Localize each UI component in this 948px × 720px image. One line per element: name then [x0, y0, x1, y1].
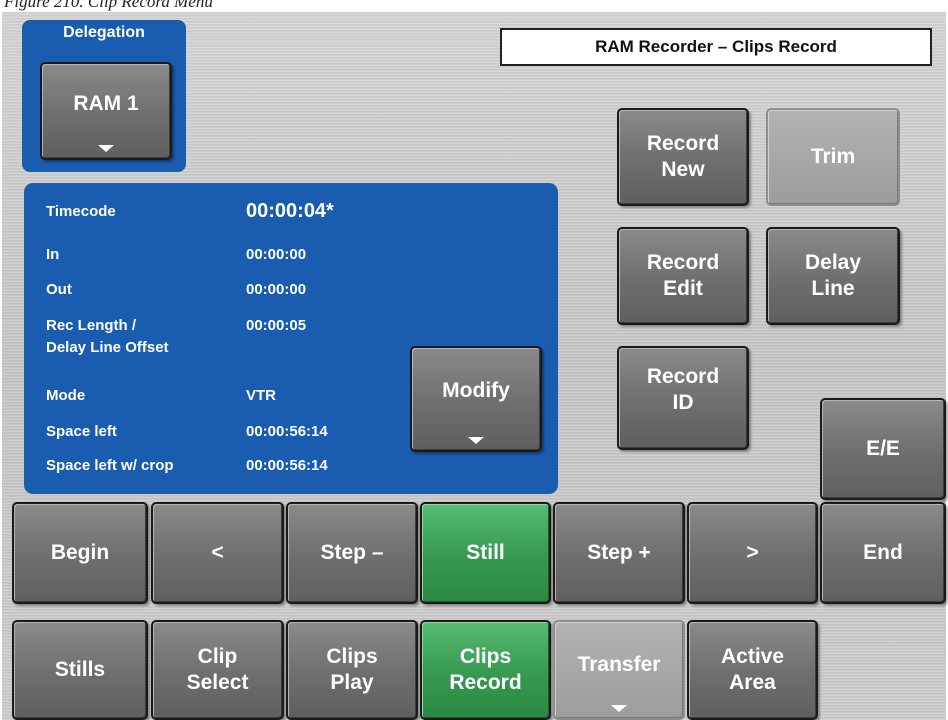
menu-title: RAM Recorder – Clips Record [500, 28, 932, 66]
step-minus-label: Step – [320, 541, 384, 564]
delegation-title: Delegation [63, 24, 145, 41]
trim-label: Trim [810, 145, 856, 168]
step-plus-label: Step + [587, 541, 651, 564]
out-value: 00:00:00 [246, 281, 307, 298]
record-new-label: Record New [646, 132, 720, 181]
clips-play-button[interactable]: Clips Play [286, 620, 418, 720]
step-back-label: < [211, 541, 224, 564]
modify-label: Modify [442, 379, 510, 402]
record-edit-button[interactable]: Record Edit [617, 227, 749, 325]
record-edit-label: Record Edit [646, 251, 720, 300]
clips-record-label: Clips Record [449, 645, 522, 694]
ee-button[interactable]: E/E [820, 398, 946, 500]
space-left-crop-label: Space left w/ crop [46, 457, 174, 474]
space-left-value: 00:00:56:14 [246, 423, 328, 440]
delegation-ram1-button[interactable]: RAM 1 [40, 62, 172, 160]
still-label: Still [466, 541, 505, 564]
end-label: End [863, 541, 903, 564]
timecode-label: Timecode [46, 203, 116, 220]
delay-line-button[interactable]: Delay Line [766, 227, 900, 325]
end-button[interactable]: End [820, 502, 946, 604]
step-forward-label: > [746, 541, 759, 564]
ee-label: E/E [866, 437, 900, 460]
step-back-button[interactable]: < [151, 502, 284, 604]
transfer-button[interactable]: Transfer [553, 620, 685, 720]
timecode-value: 00:00:04* [246, 200, 334, 222]
out-label: Out [46, 281, 72, 298]
in-value: 00:00:00 [246, 246, 307, 263]
space-left-label: Space left [46, 423, 117, 440]
record-id-label: Record ID [646, 365, 720, 414]
space-left-crop-value: 00:00:56:14 [246, 457, 328, 474]
active-area-button[interactable]: Active Area [687, 620, 818, 720]
step-plus-button[interactable]: Step + [553, 502, 685, 604]
transfer-label: Transfer [577, 653, 661, 676]
dropdown-arrow-icon [611, 705, 627, 712]
active-area-label: Active Area [720, 645, 785, 694]
begin-label: Begin [50, 541, 110, 564]
delegation-ram1-label: RAM 1 [73, 92, 139, 115]
clips-play-label: Clips Play [326, 645, 378, 694]
begin-button[interactable]: Begin [12, 502, 148, 604]
rec-length-label: Rec Length / [46, 317, 137, 334]
trim-button[interactable]: Trim [766, 108, 900, 206]
clip-select-label: Clip Select [186, 645, 249, 694]
clips-record-button[interactable]: Clips Record [420, 620, 551, 720]
modify-button[interactable]: Modify [410, 346, 542, 452]
mode-value: VTR [246, 387, 276, 404]
step-minus-button[interactable]: Step – [286, 502, 418, 604]
still-button[interactable]: Still [420, 502, 551, 604]
delay-line-label: Delay Line [804, 251, 862, 300]
figure-caption: Figure 210. Clip Record Menu [4, 0, 213, 11]
dropdown-arrow-icon [98, 145, 114, 152]
stills-button[interactable]: Stills [12, 620, 148, 720]
clip-select-button[interactable]: Clip Select [151, 620, 284, 720]
dropdown-arrow-icon [468, 437, 484, 444]
record-id-button[interactable]: Record ID [617, 346, 749, 450]
step-forward-button[interactable]: > [687, 502, 818, 604]
mode-label: Mode [46, 387, 86, 404]
record-new-button[interactable]: Record New [617, 108, 749, 206]
in-label: In [46, 246, 60, 263]
stills-label: Stills [54, 658, 106, 681]
delay-line-offset-label: Delay Line Offset [46, 339, 169, 356]
rec-length-value: 00:00:05 [246, 317, 307, 334]
